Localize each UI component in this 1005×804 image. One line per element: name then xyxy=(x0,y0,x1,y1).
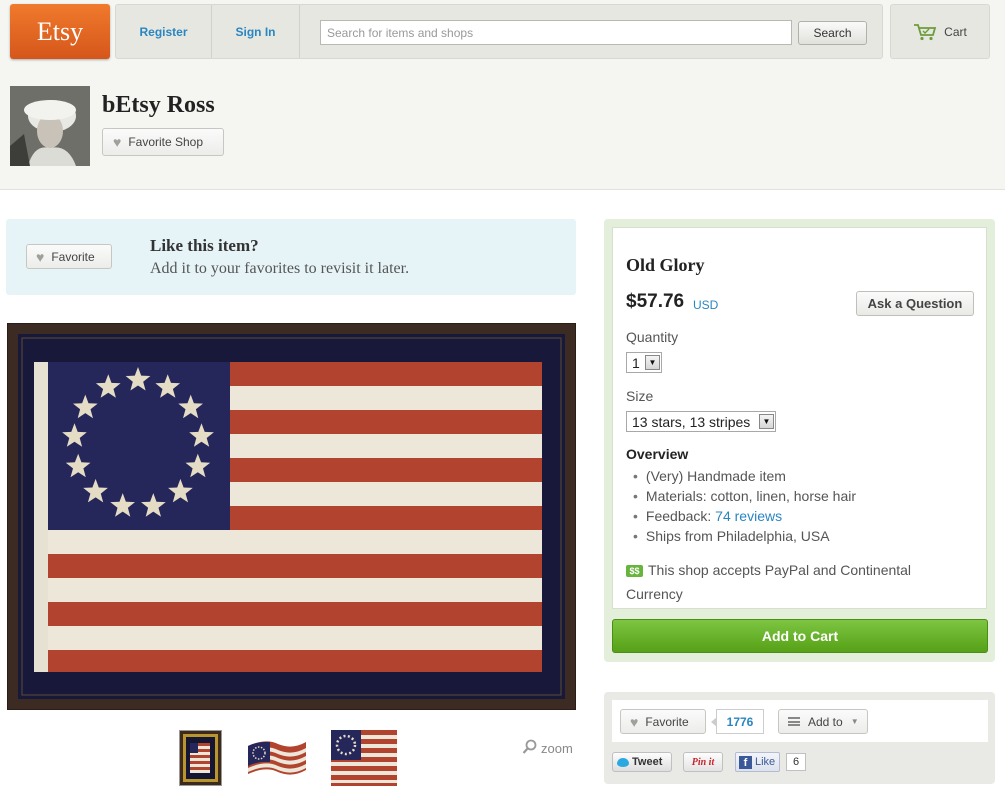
list-icon xyxy=(788,717,800,726)
overview-item: Ships from Philadelphia, USA xyxy=(633,526,856,546)
facebook-like-button[interactable]: f Like xyxy=(735,752,780,772)
magnifier-icon xyxy=(522,739,538,758)
like-title: Like this item? xyxy=(150,236,259,255)
favorite-shop-label: Favorite Shop xyxy=(128,135,204,149)
like-item-banner: ♥ Favorite Like this item? Add it to you… xyxy=(6,219,576,295)
pin-it-button[interactable]: Pin it xyxy=(683,752,723,772)
product-panel: Old Glory $57.76 USD Ask a Question Quan… xyxy=(604,219,995,662)
quantity-label: Quantity xyxy=(626,329,679,345)
like-label: Like xyxy=(755,756,776,768)
heart-icon: ♥ xyxy=(113,134,122,150)
reviews-link[interactable]: 74 reviews xyxy=(715,508,782,524)
overview-title: Overview xyxy=(626,446,689,462)
thumbnail-flag-closeup[interactable] xyxy=(331,730,397,786)
site-header: Etsy Register Sign In Search for items a… xyxy=(0,0,1005,190)
register-link[interactable]: Register xyxy=(116,5,212,58)
overview-item: (Very) Handmade item xyxy=(633,466,856,486)
payment-note-text: This shop accepts PayPal and Continental… xyxy=(626,562,912,602)
like-subtitle: Add it to your favorites to revisit it l… xyxy=(150,260,410,277)
ask-question-button[interactable]: Ask a Question xyxy=(856,291,974,316)
dropdown-arrow-icon: ▼ xyxy=(759,414,774,429)
heart-icon: ♥ xyxy=(36,248,45,265)
money-icon: $$ xyxy=(626,565,643,577)
feedback-prefix: Feedback: xyxy=(645,508,716,524)
twitter-bird-icon xyxy=(617,757,629,767)
search-button[interactable]: Search xyxy=(798,21,867,45)
quantity-value: 1 xyxy=(632,354,640,371)
search-input[interactable]: Search for items and shops xyxy=(320,20,792,45)
product-price: $57.76 xyxy=(626,291,685,312)
main-product-image[interactable] xyxy=(7,323,576,710)
favorite-label: Favorite xyxy=(51,249,95,264)
top-nav-bar: Register Sign In Search for items and sh… xyxy=(115,4,883,59)
like-count: 6 xyxy=(786,753,806,771)
tweet-button[interactable]: Tweet xyxy=(612,752,672,772)
zoom-label: zoom xyxy=(541,741,573,756)
add-to-list-button[interactable]: Add to ▼ xyxy=(778,709,868,734)
tweet-label: Tweet xyxy=(632,756,663,768)
thumbnail-framed-flag[interactable] xyxy=(179,730,222,786)
dropdown-arrow-icon: ▼ xyxy=(645,355,660,370)
favorite-label: Favorite xyxy=(645,714,689,729)
payment-note: $$ This shop accepts PayPal and Continent… xyxy=(626,558,966,606)
cart-label: Cart xyxy=(944,24,967,39)
facebook-icon: f xyxy=(739,755,752,769)
zoom-link[interactable]: zoom xyxy=(522,739,573,758)
quantity-select[interactable]: 1 ▼ xyxy=(626,352,662,373)
size-value: 13 stars, 13 stripes xyxy=(632,413,751,430)
cart-button[interactable]: Cart xyxy=(890,4,990,59)
product-currency[interactable]: USD xyxy=(693,298,718,312)
shop-name[interactable]: bEtsy Ross xyxy=(102,92,215,119)
overview-item-feedback: Feedback: 74 reviews xyxy=(633,506,856,526)
size-select[interactable]: 13 stars, 13 stripes ▼ xyxy=(626,411,776,432)
add-to-cart-button[interactable]: Add to Cart xyxy=(612,619,988,653)
favorite-bar: ♥ Favorite 1776 Add to ▼ xyxy=(612,700,988,742)
chevron-down-icon: ▼ xyxy=(850,717,859,726)
shop-avatar[interactable] xyxy=(10,86,90,166)
overview-list: (Very) Handmade item Materials: cotton, … xyxy=(633,466,856,546)
cart-icon xyxy=(913,23,937,41)
product-title: Old Glory xyxy=(626,255,705,275)
favorite-shop-button[interactable]: ♥ Favorite Shop xyxy=(102,128,224,156)
etsy-logo[interactable]: Etsy xyxy=(10,4,110,59)
overview-item: Materials: cotton, linen, horse hair xyxy=(633,486,856,506)
product-details: Old Glory $57.76 USD Ask a Question Quan… xyxy=(612,227,987,609)
thumbnail-waving-flag[interactable] xyxy=(246,730,308,786)
favorite-button[interactable]: ♥ Favorite xyxy=(620,709,706,734)
sign-in-link[interactable]: Sign In xyxy=(212,5,300,58)
size-label: Size xyxy=(626,388,654,404)
favorite-count[interactable]: 1776 xyxy=(711,709,764,734)
add-to-label: Add to xyxy=(808,714,843,729)
social-panel: ♥ Favorite 1776 Add to ▼ Tweet Pin it f … xyxy=(604,692,995,784)
favorite-item-button[interactable]: ♥ Favorite xyxy=(26,244,112,269)
heart-icon: ♥ xyxy=(630,713,639,730)
